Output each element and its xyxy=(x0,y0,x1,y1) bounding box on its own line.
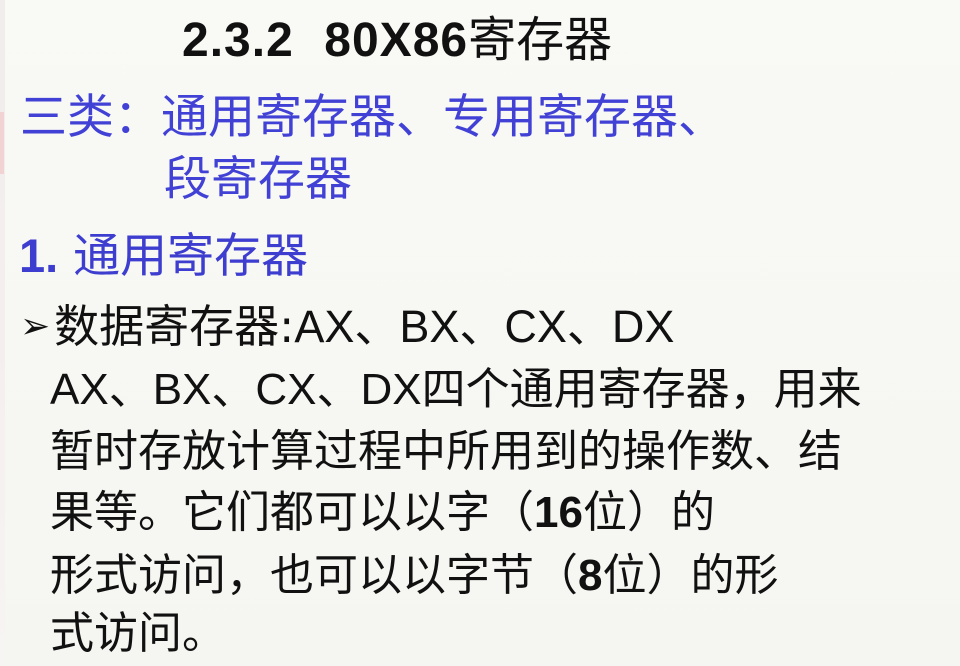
word-bits-value: 16 xyxy=(534,488,583,537)
categories-line-2: 段寄存器 xyxy=(164,152,352,207)
paragraph-line-3-pre: 果等。它们都可以以字（ xyxy=(50,487,534,538)
paragraph-register-list: AX、BX、CX、DX xyxy=(50,365,422,414)
slide-left-edge xyxy=(0,0,5,666)
section-number: 1. xyxy=(19,229,59,282)
section-title: 通用寄存器 xyxy=(73,229,309,284)
section-heading: 1. 通用寄存器 xyxy=(19,232,308,280)
paragraph-line-2: 暂时存放计算过程中所用到的操作数、结 xyxy=(50,426,842,477)
paragraph-line-3-post: 位）的 xyxy=(582,487,715,538)
arrow-bullet-icon: ➢ xyxy=(20,306,51,347)
paragraph-line-4-pre: 形式访问，也可以以字节（ xyxy=(50,550,578,601)
byte-bits-value: 8 xyxy=(578,551,603,600)
categories-line-1: 三类：通用寄存器、专用寄存器、 xyxy=(20,90,725,145)
slide: 2.3.2 80X86寄存器 三类：通用寄存器、专用寄存器、 段寄存器 1. 通… xyxy=(0,0,960,666)
paragraph-line-3: 果等。它们都可以以字（16位）的 xyxy=(50,491,715,535)
paragraph-line-4: 形式访问，也可以以字节（8位）的形 xyxy=(50,554,778,598)
bullet-register-list: AX、BX、CX、DX xyxy=(294,301,675,352)
paragraph-line-5: 式访问。 xyxy=(50,608,226,659)
title-text: 寄存器 xyxy=(468,12,613,68)
slide-title: 2.3.2 80X86寄存器 xyxy=(182,16,612,65)
bullet-data-registers: ➢数据寄存器:AX、BX、CX、DX xyxy=(20,304,674,349)
title-model: 80X86 xyxy=(324,14,469,67)
paragraph-line-1-text: 四个通用寄存器，用来 xyxy=(421,364,862,415)
slide-left-accent xyxy=(0,112,4,174)
paragraph-line-4-post: 位）的形 xyxy=(602,550,779,601)
paragraph-line-1: AX、BX、CX、DX四个通用寄存器，用来 xyxy=(50,368,862,412)
title-number: 2.3.2 xyxy=(182,14,294,67)
bullet-label: 数据寄存器: xyxy=(54,300,295,353)
